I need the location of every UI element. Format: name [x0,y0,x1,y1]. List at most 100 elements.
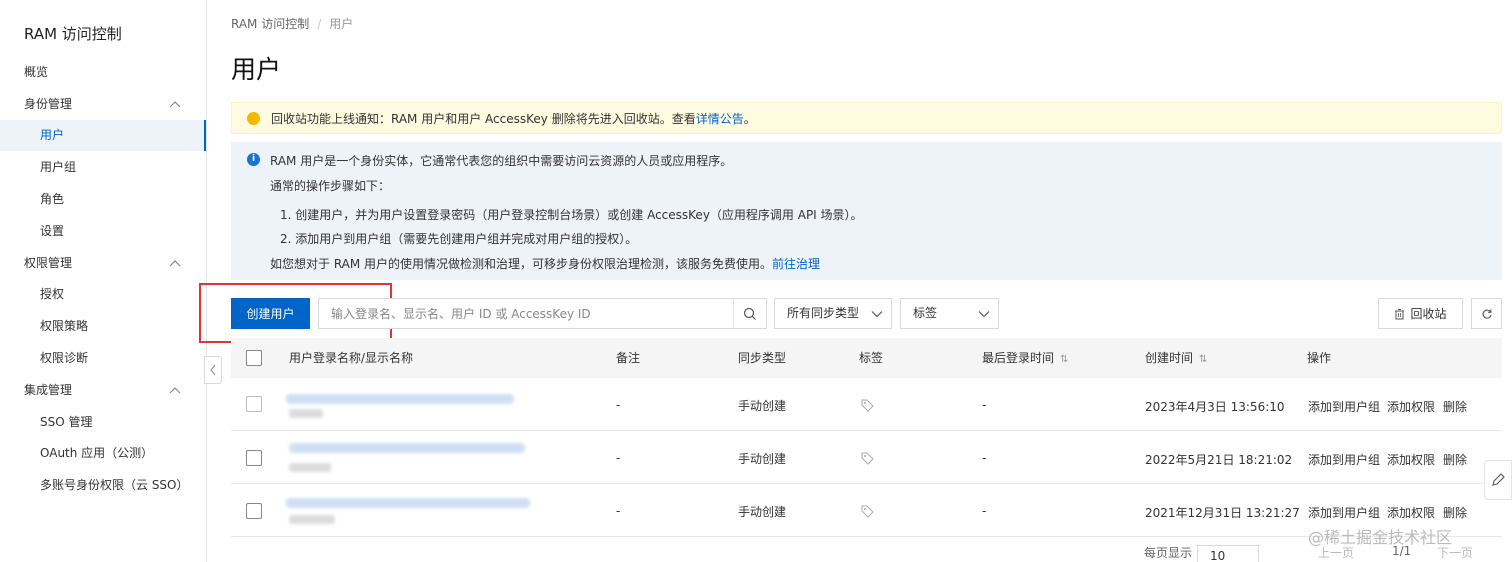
row-last-login: - [982,504,987,518]
info-icon: i [247,153,260,166]
table-header: 用户登录名称/显示名称 备注 同步类型 标签 最后登录时间 ⇅ 创建时间 ⇅ 操作 [231,338,1502,378]
row-sync-type: 手动创建 [738,452,787,466]
sidebar-group-label: 身份管理 [24,97,73,111]
add-to-group-link[interactable]: 添加到用户组 [1308,451,1380,468]
row-note: - [616,504,621,518]
tag-select-value: 标签 [913,306,938,320]
per-page-select[interactable]: 10 [1197,545,1259,562]
delete-link[interactable]: 删除 [1443,504,1467,521]
sort-icon: ⇅ [1060,354,1069,365]
tag-select[interactable]: 标签 [900,298,999,329]
sidebar-item-roles[interactable]: 角色 [0,184,206,215]
col-username: 用户登录名称/显示名称 [289,351,414,365]
announcement-link[interactable]: 详情公告 [696,110,744,127]
redacted-username [286,498,530,508]
redacted-display-name [289,463,331,472]
warning-icon [247,111,260,125]
tag-icon[interactable] [861,505,874,518]
feedback-button[interactable] [1484,460,1512,500]
chevron-down-icon [978,310,990,317]
sidebar-group-label: 权限管理 [24,256,73,270]
row-last-login: - [982,451,987,465]
sidebar-group-label: 集成管理 [24,383,73,397]
tag-icon[interactable] [861,399,874,412]
redacted-username [289,443,525,453]
sidebar-item-oauth[interactable]: OAuth 应用（公测） [0,438,206,469]
sidebar: RAM 访问控制 概览 身份管理 用户 用户组 角色 设置 权限管理 授权 权限… [0,0,207,562]
select-all-checkbox[interactable] [246,350,262,366]
tag-icon[interactable] [861,452,874,465]
row-last-login: - [982,398,987,412]
row-created: 2023年4月3日 13:56:10 [1145,400,1285,414]
row-sync-type: 手动创建 [738,399,787,413]
sidebar-item-diagnosis[interactable]: 权限诊断 [0,343,206,374]
watermark: @稀土掘金技术社区 [1308,528,1453,547]
sort-icon: ⇅ [1199,354,1208,365]
add-permission-link[interactable]: 添加权限 [1387,451,1435,468]
search-button[interactable] [733,299,766,328]
add-permission-link[interactable]: 添加权限 [1387,398,1435,415]
recycle-notice-tail: 。 [743,111,756,126]
recycle-bin-label: 回收站 [1410,307,1447,321]
info-step-2: 2. 添加用户到用户组（需要先创建用户组并完成对用户组的授权）。 [280,232,638,246]
sync-type-value: 所有同步类型 [787,306,860,320]
per-page-value: 10 [1210,549,1226,562]
col-created[interactable]: 创建时间 ⇅ [1145,338,1207,380]
sidebar-collapse-button[interactable] [204,356,222,384]
sidebar-group-integration[interactable]: 集成管理 [0,375,206,406]
sidebar-item-sso[interactable]: SSO 管理 [0,407,206,438]
delete-link[interactable]: 删除 [1443,451,1467,468]
add-to-group-link[interactable]: 添加到用户组 [1308,398,1380,415]
sidebar-item-users[interactable]: 用户 [0,120,206,151]
sidebar-item-user-groups[interactable]: 用户组 [0,152,206,183]
add-to-group-link[interactable]: 添加到用户组 [1308,504,1380,521]
col-actions: 操作 [1307,351,1332,365]
per-page-label: 每页显示 [1144,546,1193,560]
row-note: - [616,451,621,465]
info-step-1: 1. 创建用户，并为用户设置登录密码（用户登录控制台场景）或创建 AccessK… [280,208,863,222]
governance-link[interactable]: 前往治理 [772,257,820,271]
chevron-left-icon [210,364,216,376]
recycle-bin-button[interactable]: 回收站 [1378,298,1463,329]
redacted-display-name [289,409,323,418]
chevron-down-icon [871,310,883,317]
col-last-login[interactable]: 最后登录时间 ⇅ [982,338,1068,380]
breadcrumb-root[interactable]: RAM 访问控制 [231,17,309,31]
breadcrumb-separator: / [317,17,322,31]
page-title: 用户 [231,55,282,84]
delete-link[interactable]: 删除 [1443,398,1467,415]
user-search-box [318,298,767,329]
col-created-label: 创建时间 [1145,351,1194,365]
app-root: RAM 访问控制 概览 身份管理 用户 用户组 角色 设置 权限管理 授权 权限… [0,0,1512,562]
sidebar-group-permissions[interactable]: 权限管理 [0,248,206,279]
sidebar-item-overview[interactable]: 概览 [0,57,206,88]
user-search-input[interactable] [319,299,734,328]
col-tags: 标签 [859,351,884,365]
refresh-icon [1482,309,1492,319]
edit-icon [1492,473,1505,486]
sidebar-item-authorize[interactable]: 授权 [0,279,206,310]
sidebar-item-policies[interactable]: 权限策略 [0,311,206,342]
chevron-up-icon [169,387,181,394]
breadcrumb: RAM 访问控制 / 用户 [231,15,353,32]
row-checkbox[interactable] [246,396,262,412]
col-note: 备注 [616,351,641,365]
row-sync-type: 手动创建 [738,505,787,519]
add-permission-link[interactable]: 添加权限 [1387,504,1435,521]
recycle-notice: 回收站功能上线通知：RAM 用户和用户 AccessKey 删除将先进入回收站。… [231,102,1502,134]
sidebar-title: RAM 访问控制 [24,25,122,43]
info-line-1: RAM 用户是一个身份实体，它通常代表您的组织中需要访问云资源的人员或应用程序。 [270,154,733,168]
row-checkbox[interactable] [246,450,262,466]
refresh-button[interactable] [1471,298,1502,329]
info-line-2: 通常的操作步骤如下： [270,179,391,193]
sidebar-item-cloud-sso[interactable]: 多账号身份权限（云 SSO） [0,470,206,501]
col-sync-type: 同步类型 [738,351,787,365]
sidebar-group-identity[interactable]: 身份管理 [0,89,206,120]
info-notice: i RAM 用户是一个身份实体，它通常代表您的组织中需要访问云资源的人员或应用程… [231,142,1502,280]
sync-type-select[interactable]: 所有同步类型 [774,298,892,329]
row-checkbox[interactable] [246,503,262,519]
breadcrumb-current: 用户 [329,17,354,31]
info-line-3: 如您想对于 RAM 用户的使用情况做检测和治理，可移步身份权限治理检测，该服务免… [270,255,820,272]
row-note: - [616,398,621,412]
sidebar-item-settings[interactable]: 设置 [0,216,206,247]
